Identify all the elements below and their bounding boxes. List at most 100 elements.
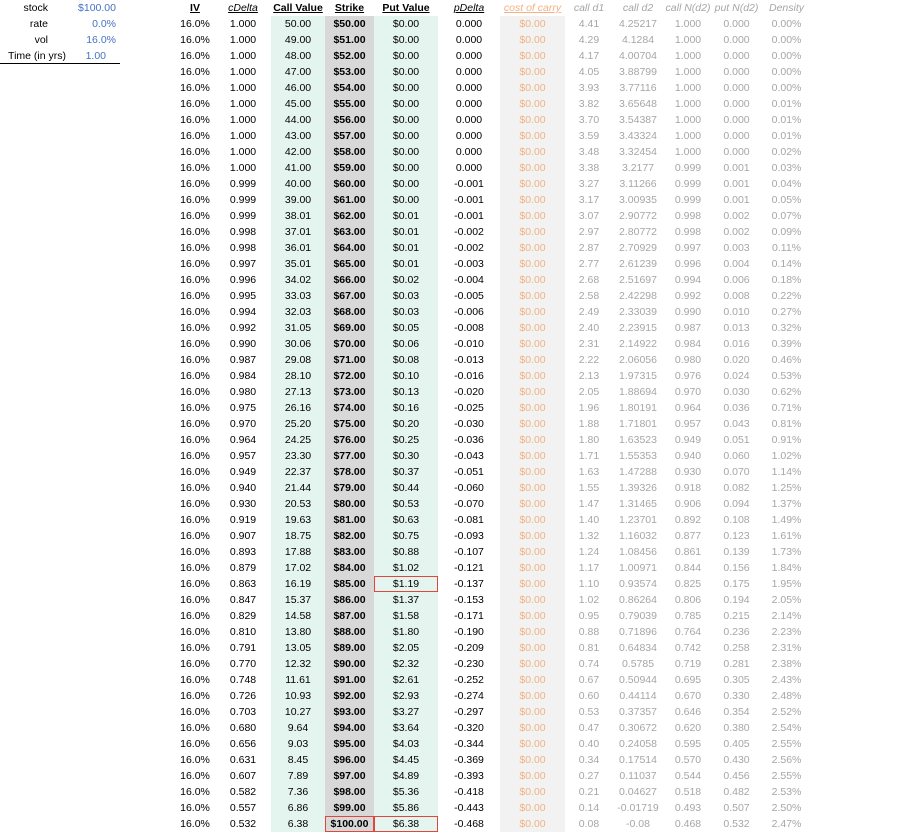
- strike-cell[interactable]: $100.00: [325, 816, 374, 832]
- pdelta-cell[interactable]: -0.137: [438, 576, 500, 592]
- density-cell[interactable]: 2.55%: [760, 768, 813, 784]
- pdelta-cell[interactable]: -0.274: [438, 688, 500, 704]
- call-value-cell[interactable]: 6.86: [271, 800, 325, 816]
- density-cell[interactable]: 2.50%: [760, 800, 813, 816]
- put-value-cell[interactable]: $0.01: [374, 256, 438, 272]
- call-d1-cell[interactable]: 2.58: [565, 288, 613, 304]
- call-value-cell[interactable]: 46.00: [271, 80, 325, 96]
- cdelta-cell[interactable]: 0.998: [215, 224, 271, 240]
- iv-cell[interactable]: 16.0%: [175, 608, 215, 624]
- put-nd2-cell[interactable]: 0.215: [713, 608, 760, 624]
- cdelta-cell[interactable]: 0.879: [215, 560, 271, 576]
- iv-cell[interactable]: 16.0%: [175, 464, 215, 480]
- pdelta-cell[interactable]: -0.190: [438, 624, 500, 640]
- put-nd2-cell[interactable]: 0.003: [713, 240, 760, 256]
- pdelta-cell[interactable]: -0.001: [438, 176, 500, 192]
- call-d1-cell[interactable]: 1.63: [565, 464, 613, 480]
- call-d2-cell[interactable]: 3.77116: [613, 80, 663, 96]
- call-d2-cell[interactable]: 3.2177: [613, 160, 663, 176]
- call-d1-cell[interactable]: 1.17: [565, 560, 613, 576]
- call-nd2-cell[interactable]: 0.999: [663, 176, 713, 192]
- strike-cell[interactable]: $59.00: [325, 160, 374, 176]
- call-d2-cell[interactable]: 1.00971: [613, 560, 663, 576]
- iv-cell[interactable]: 16.0%: [175, 720, 215, 736]
- call-value-cell[interactable]: 45.00: [271, 96, 325, 112]
- call-nd2-cell[interactable]: 0.785: [663, 608, 713, 624]
- call-d2-cell[interactable]: 0.5785: [613, 656, 663, 672]
- call-value-cell[interactable]: 22.37: [271, 464, 325, 480]
- strike-cell[interactable]: $62.00: [325, 208, 374, 224]
- call-value-cell[interactable]: 33.03: [271, 288, 325, 304]
- cdelta-cell[interactable]: 1.000: [215, 112, 271, 128]
- call-d1-cell[interactable]: 0.21: [565, 784, 613, 800]
- call-value-cell[interactable]: 44.00: [271, 112, 325, 128]
- put-value-cell[interactable]: $2.05: [374, 640, 438, 656]
- call-d2-cell[interactable]: 3.54387: [613, 112, 663, 128]
- cost-of-carry-cell[interactable]: $0.00: [500, 480, 565, 496]
- call-d2-cell[interactable]: 0.04627: [613, 784, 663, 800]
- call-nd2-cell[interactable]: 0.996: [663, 256, 713, 272]
- put-value-cell[interactable]: $1.37: [374, 592, 438, 608]
- call-d1-cell[interactable]: 0.08: [565, 816, 613, 832]
- cdelta-cell[interactable]: 0.994: [215, 304, 271, 320]
- cdelta-cell[interactable]: 0.984: [215, 368, 271, 384]
- call-value-cell[interactable]: 36.01: [271, 240, 325, 256]
- cost-of-carry-cell[interactable]: $0.00: [500, 144, 565, 160]
- strike-cell[interactable]: $81.00: [325, 512, 374, 528]
- density-cell[interactable]: 2.56%: [760, 752, 813, 768]
- put-nd2-cell[interactable]: 0.008: [713, 288, 760, 304]
- iv-cell[interactable]: 16.0%: [175, 96, 215, 112]
- call-d2-cell[interactable]: 0.44114: [613, 688, 663, 704]
- call-d1-cell[interactable]: 0.60: [565, 688, 613, 704]
- strike-cell[interactable]: $83.00: [325, 544, 374, 560]
- cdelta-cell[interactable]: 0.656: [215, 736, 271, 752]
- pdelta-cell[interactable]: -0.043: [438, 448, 500, 464]
- put-nd2-cell[interactable]: 0.030: [713, 384, 760, 400]
- header-strike[interactable]: Strike: [325, 0, 374, 16]
- pdelta-cell[interactable]: -0.320: [438, 720, 500, 736]
- put-nd2-cell[interactable]: 0.070: [713, 464, 760, 480]
- cdelta-cell[interactable]: 0.999: [215, 192, 271, 208]
- call-d2-cell[interactable]: 2.80772: [613, 224, 663, 240]
- cdelta-cell[interactable]: 1.000: [215, 96, 271, 112]
- put-value-cell[interactable]: $0.00: [374, 96, 438, 112]
- call-d2-cell[interactable]: 0.86264: [613, 592, 663, 608]
- density-cell[interactable]: 0.81%: [760, 416, 813, 432]
- cdelta-cell[interactable]: 0.791: [215, 640, 271, 656]
- pdelta-cell[interactable]: 0.000: [438, 112, 500, 128]
- call-value-cell[interactable]: 30.06: [271, 336, 325, 352]
- call-d2-cell[interactable]: 0.93574: [613, 576, 663, 592]
- strike-cell[interactable]: $84.00: [325, 560, 374, 576]
- density-cell[interactable]: 0.00%: [760, 16, 813, 32]
- cost-of-carry-cell[interactable]: $0.00: [500, 624, 565, 640]
- call-d1-cell[interactable]: 2.13: [565, 368, 613, 384]
- put-value-cell[interactable]: $4.89: [374, 768, 438, 784]
- call-d1-cell[interactable]: 0.88: [565, 624, 613, 640]
- density-cell[interactable]: 0.14%: [760, 256, 813, 272]
- call-d1-cell[interactable]: 4.41: [565, 16, 613, 32]
- pdelta-cell[interactable]: -0.005: [438, 288, 500, 304]
- call-d1-cell[interactable]: 2.49: [565, 304, 613, 320]
- put-nd2-cell[interactable]: 0.156: [713, 560, 760, 576]
- put-nd2-cell[interactable]: 0.036: [713, 400, 760, 416]
- cdelta-cell[interactable]: 1.000: [215, 32, 271, 48]
- call-nd2-cell[interactable]: 1.000: [663, 64, 713, 80]
- cost-of-carry-cell[interactable]: $0.00: [500, 592, 565, 608]
- pdelta-cell[interactable]: -0.468: [438, 816, 500, 832]
- density-cell[interactable]: 0.27%: [760, 304, 813, 320]
- pdelta-cell[interactable]: 0.000: [438, 80, 500, 96]
- header-cost-of-carry[interactable]: cost of carry: [500, 0, 565, 16]
- strike-cell[interactable]: $70.00: [325, 336, 374, 352]
- call-value-cell[interactable]: 47.00: [271, 64, 325, 80]
- call-d2-cell[interactable]: 0.71896: [613, 624, 663, 640]
- pdelta-cell[interactable]: 0.000: [438, 144, 500, 160]
- strike-cell[interactable]: $52.00: [325, 48, 374, 64]
- call-nd2-cell[interactable]: 0.984: [663, 336, 713, 352]
- header-call-nd2[interactable]: call N(d2): [663, 0, 713, 16]
- density-cell[interactable]: 0.22%: [760, 288, 813, 304]
- strike-cell[interactable]: $55.00: [325, 96, 374, 112]
- put-nd2-cell[interactable]: 0.456: [713, 768, 760, 784]
- call-d2-cell[interactable]: 0.30672: [613, 720, 663, 736]
- call-value-cell[interactable]: 34.02: [271, 272, 325, 288]
- iv-cell[interactable]: 16.0%: [175, 144, 215, 160]
